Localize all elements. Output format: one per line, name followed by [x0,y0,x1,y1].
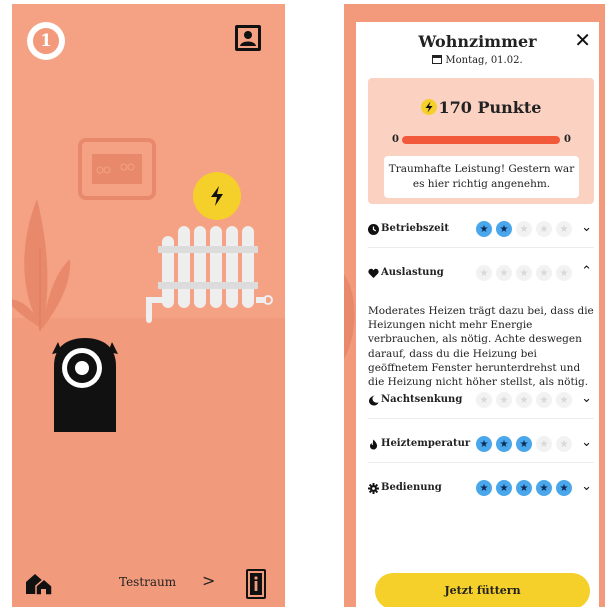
criterion-row-bedienung[interactable]: Bedienung ★ ★ ★ ★ ★ ⌄ [368,471,594,507]
star-empty-icon: ★ [556,392,572,408]
plant-illustration [12,199,71,331]
star-empty-icon: ★ [516,221,532,237]
star-filled-icon: ★ [536,480,552,496]
level-badge[interactable]: 1 [27,22,65,60]
star-empty-icon: ★ [516,392,532,408]
star-filled-icon: ★ [516,480,532,496]
lightning-icon [420,99,437,115]
star-filled-icon: ★ [516,436,532,452]
bar-max-label: 0 [564,134,571,145]
star-empty-icon: ★ [516,265,532,281]
star-empty-icon: ★ [496,392,512,408]
star-filled-icon: ★ [556,480,572,496]
star-empty-icon: ★ [556,221,572,237]
chevron-up-icon[interactable]: ⌃ [581,264,592,279]
criterion-explanation: Moderates Heizen trägt dazu bei, dass di… [368,305,594,389]
star-empty-icon: ★ [536,436,552,452]
criterion-name: Nachtsenkung [381,394,463,405]
score-progress-bar [402,136,560,144]
energy-button[interactable] [193,172,241,220]
star-empty-icon: ★ [536,221,552,237]
criterion-name: Heiztemperatur [381,438,471,449]
criterion-row-heiztemperatur[interactable]: Heiztemperatur ★ ★ ★ ★ ★ ⌄ [368,427,594,463]
close-button[interactable]: ✕ [574,28,591,52]
lightning-icon [211,186,223,206]
star-rating: ★ ★ ★ ★ ★ [476,265,572,281]
feedback-message: Traumhafte Leistung! Gestern war es hier… [384,156,579,198]
star-empty-icon: ★ [556,436,572,452]
star-filled-icon: ★ [476,436,492,452]
next-room-button[interactable]: > [202,571,215,590]
criterion-row-betriebszeit[interactable]: Betriebszeit ★ ★ ★ ★ ★ ⌄ [368,212,594,248]
star-empty-icon: ★ [496,265,512,281]
criterion-name: Betriebszeit [381,223,449,234]
moon-icon [369,395,379,406]
room-detail-panel: Wohnzimmer ✕ Montag, 01.02. 170 Punkte 0… [356,22,599,607]
calendar-icon [432,55,443,64]
star-empty-icon: ★ [556,265,572,281]
page-title: Wohnzimmer [418,32,537,51]
gear-icon [368,483,379,494]
criterion-row-auslastung[interactable]: Auslastung ★ ★ ★ ★ ★ ⌃ [368,256,594,292]
date-label: Montag, 01.02. [356,54,599,66]
star-rating: ★ ★ ★ ★ ★ [476,436,572,452]
chevron-down-icon[interactable]: ⌄ [581,391,592,406]
criterion-row-nachtsenkung[interactable]: Nachtsenkung ★ ★ ★ ★ ★ ⌄ [368,383,594,419]
star-rating: ★ ★ ★ ★ ★ [476,392,572,408]
houses-icon[interactable] [24,570,54,596]
star-filled-icon: ★ [476,221,492,237]
criterion-name: Bedienung [381,482,442,493]
date-text: Montag, 01.02. [445,55,523,66]
info-book-icon[interactable] [245,568,267,600]
star-rating: ★ ★ ★ ★ ★ [476,480,572,496]
room-name-label[interactable]: Testraum [119,575,176,589]
monster-character [52,338,118,432]
star-empty-icon: ★ [536,392,552,408]
score-total: 170 Punkte [368,98,594,117]
star-rating: ★ ★ ★ ★ ★ [476,221,572,237]
radiator-illustration [146,226,273,323]
feed-button[interactable]: Jetzt füttern [375,573,590,607]
heart-icon [368,268,379,278]
flame-icon [370,439,378,450]
room-screen: 1 Testraum > [12,4,285,607]
star-empty-icon: ★ [476,392,492,408]
profile-card-icon[interactable] [234,24,262,52]
star-filled-icon: ★ [476,480,492,496]
star-filled-icon: ★ [496,480,512,496]
score-card: 170 Punkte 0 0 Traumhafte Leistung! Gest… [368,78,594,204]
star-empty-icon: ★ [536,265,552,281]
level-number: 1 [31,26,61,56]
chevron-down-icon[interactable]: ⌄ [581,220,592,235]
room-detail-screen: Wohnzimmer ✕ Montag, 01.02. 170 Punkte 0… [344,4,605,607]
star-filled-icon: ★ [496,221,512,237]
criterion-name: Auslastung [381,267,444,278]
wall-box-illustration [78,138,156,200]
bar-min-label: 0 [392,134,399,145]
chevron-down-icon[interactable]: ⌄ [581,479,592,494]
star-filled-icon: ★ [496,436,512,452]
chevron-down-icon[interactable]: ⌄ [581,435,592,450]
clock-icon [368,224,379,235]
score-text: 170 Punkte [438,98,542,117]
star-empty-icon: ★ [476,265,492,281]
